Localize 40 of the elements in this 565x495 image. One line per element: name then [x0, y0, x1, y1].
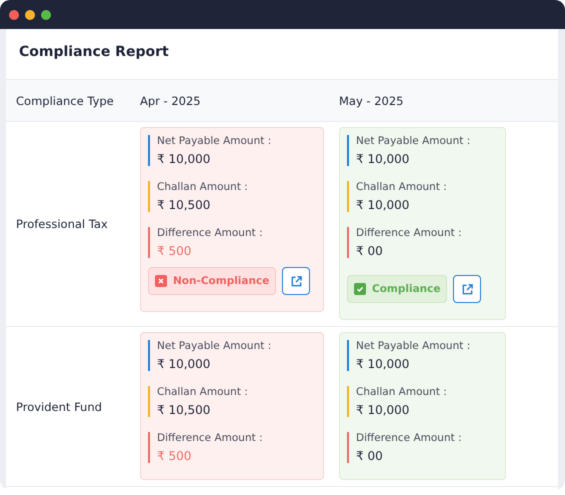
amount-label: Challan Amount : [356, 181, 448, 193]
amount-value: ₹ 10,000 [356, 198, 410, 212]
column-header: Apr - 2025 [140, 94, 201, 108]
amount-value: ₹ 10,000 [157, 357, 212, 371]
amount-label: Challan Amount : [157, 181, 249, 193]
amount-value: ₹ 500 [157, 244, 192, 258]
amount-label: Difference Amount : [356, 227, 463, 239]
status-badge: Non-Compliance [148, 267, 276, 295]
amount-label: Net Payable Amount : [356, 135, 472, 147]
external-link-icon [290, 274, 303, 288]
column-header: May - 2025 [339, 94, 404, 108]
amount-label: Difference Amount : [157, 227, 264, 239]
amount-value: ₹ 00 [356, 449, 384, 463]
amount-value: ₹ 10,000 [356, 403, 410, 417]
external-link-icon [460, 282, 474, 296]
amount-value: ₹ 10,500 [157, 403, 212, 417]
column-header: Compliance Type [16, 94, 114, 108]
close-icon[interactable] [9, 10, 19, 20]
amount-value: ₹ 10,000 [356, 357, 410, 371]
amount-label: Difference Amount : [157, 432, 264, 444]
amount-label: Difference Amount : [356, 432, 463, 444]
open-link-button[interactable] [453, 275, 482, 303]
amount-value: ₹ 10,500 [157, 198, 212, 212]
amount-label: Net Payable Amount : [157, 135, 272, 147]
compliance-type: Professional Tax [16, 217, 108, 231]
amount-label: Challan Amount : [356, 386, 448, 398]
compliance-type: Provident Fund [16, 400, 102, 414]
amount-label: Net Payable Amount : [356, 340, 472, 352]
amount-value: ₹ 10,000 [356, 152, 410, 166]
maximize-icon[interactable] [41, 10, 51, 20]
amount-value: ₹ 00 [356, 244, 384, 258]
check-icon [354, 283, 366, 295]
minimize-icon[interactable] [25, 10, 35, 20]
open-link-button[interactable] [282, 267, 310, 295]
amount-label: Challan Amount : [157, 386, 249, 398]
amount-value: ₹ 500 [157, 449, 192, 463]
status-badge: Compliance [347, 275, 448, 303]
cross-icon [155, 275, 167, 287]
amount-label: Net Payable Amount : [157, 340, 272, 352]
amount-value: ₹ 10,000 [157, 152, 212, 166]
